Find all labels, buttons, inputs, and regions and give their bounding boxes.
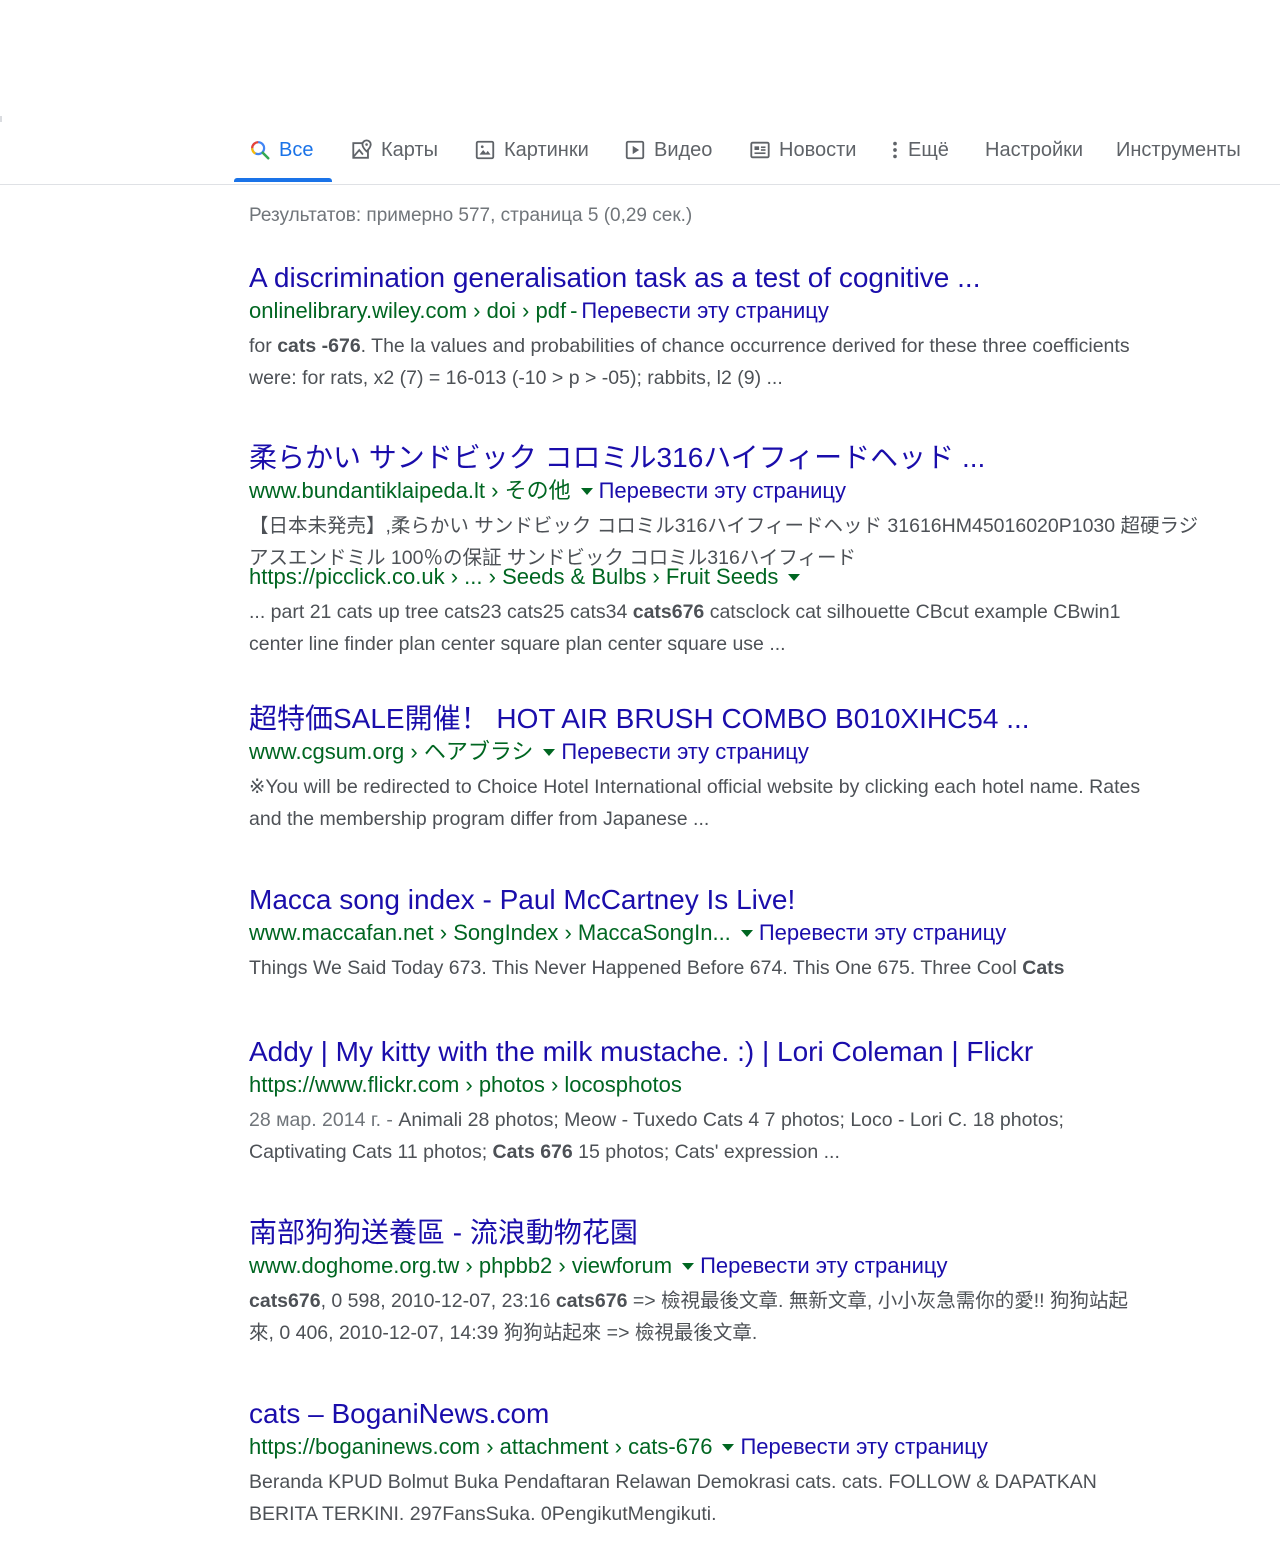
result-title-link[interactable]: cats – BoganiNews.com bbox=[249, 1396, 1149, 1432]
left-edge-mark bbox=[0, 116, 2, 122]
search-result: 南部狗狗送養區 - 流浪動物花園 www.doghome.org.tw › ph… bbox=[249, 1215, 1149, 1349]
snippet-text: 15 photos; Cats' expression ... bbox=[572, 1141, 840, 1163]
result-url: www.maccafan.net › SongIndex › MaccaSong… bbox=[249, 918, 1149, 948]
chevron-down-icon[interactable] bbox=[543, 748, 556, 756]
snippet-highlight: cats676 bbox=[555, 1290, 628, 1312]
tab-video[interactable]: Видео bbox=[624, 134, 712, 166]
video-play-icon bbox=[624, 139, 646, 161]
result-url: https://www.flickr.com › photos › locosp… bbox=[249, 1070, 1149, 1100]
tab-label: Картинки bbox=[504, 138, 589, 161]
result-snippet: 【日本未発売】,柔らかい サンドビック コロミル316ハイフィードヘッド 316… bbox=[249, 510, 1199, 570]
translate-link[interactable]: Перевести эту страницу bbox=[700, 1253, 947, 1278]
tab-label: Все bbox=[279, 138, 314, 161]
tab-label: Карты bbox=[381, 138, 438, 161]
result-url: https://picclick.co.uk › ... › Seeds & B… bbox=[249, 562, 1149, 592]
result-breadcrumb[interactable]: https://www.flickr.com › photos › locosp… bbox=[249, 1072, 682, 1097]
chevron-down-icon[interactable] bbox=[580, 487, 593, 495]
tab-all[interactable]: Все bbox=[249, 134, 313, 166]
result-url: https://boganinews.com › attachment › ca… bbox=[249, 1432, 1149, 1462]
result-breadcrumb[interactable]: www.cgsum.org › ヘアブラシ bbox=[249, 739, 533, 764]
result-title-link[interactable]: 南部狗狗送養區 - 流浪動物花園 bbox=[249, 1215, 1149, 1251]
map-pin-icon bbox=[351, 139, 373, 161]
translate-link[interactable]: Перевести эту страницу bbox=[599, 478, 846, 503]
search-result: cats – BoganiNews.com https://boganinews… bbox=[249, 1396, 1149, 1530]
tab-label: Настройки bbox=[985, 138, 1084, 161]
result-breadcrumb[interactable]: www.bundantiklaipeda.lt › その他 bbox=[249, 478, 571, 503]
newspaper-icon bbox=[749, 139, 771, 161]
snippet-text: Things We Said Today 673. This Never Hap… bbox=[249, 957, 1023, 979]
tab-news[interactable]: Новости bbox=[749, 134, 856, 166]
result-breadcrumb[interactable]: https://boganinews.com › attachment › ca… bbox=[249, 1434, 712, 1459]
snippet-highlight: cats -676 bbox=[277, 335, 361, 357]
result-snippet: 28 мар. 2014 г. - Animali 28 photos; Meo… bbox=[249, 1104, 1144, 1168]
chevron-down-icon[interactable] bbox=[682, 1262, 695, 1270]
tab-images[interactable]: Картинки bbox=[474, 134, 589, 166]
snippet-highlight: cats676 bbox=[632, 601, 705, 623]
result-date: 28 мар. 2014 г. - bbox=[249, 1109, 399, 1131]
result-title-link[interactable]: Addy | My kitty with the milk mustache. … bbox=[249, 1034, 1149, 1070]
tab-label: Инструменты bbox=[1116, 138, 1241, 161]
chevron-down-icon[interactable] bbox=[722, 1443, 735, 1451]
result-breadcrumb[interactable]: www.maccafan.net › SongIndex › MaccaSong… bbox=[249, 920, 731, 945]
search-icon bbox=[249, 139, 271, 161]
result-breadcrumb[interactable]: www.doghome.org.tw › phpbb2 › viewforum bbox=[249, 1253, 672, 1278]
search-result: 柔らかい サンドビック コロミル316ハイフィードヘッド ... www.bun… bbox=[249, 440, 1199, 570]
result-url: www.doghome.org.tw › phpbb2 › viewforum П… bbox=[249, 1251, 1149, 1281]
result-url: onlinelibrary.wiley.com › doi › pdf - Пере… bbox=[249, 296, 1149, 326]
tab-settings[interactable]: Настройки bbox=[985, 134, 1083, 166]
translate-link[interactable]: Перевести эту страницу bbox=[759, 920, 1006, 945]
chevron-down-icon[interactable] bbox=[740, 929, 753, 937]
snippet-text: ... part 21 cats up tree cats23 cats25 c… bbox=[249, 601, 633, 623]
tab-more[interactable]: Ещё bbox=[888, 134, 949, 166]
result-snippet: for cats -676. The la values and probabi… bbox=[249, 330, 1144, 394]
tab-label: Видео bbox=[654, 138, 713, 161]
result-stats: Результатов: примерно 577, страница 5 (0… bbox=[249, 205, 693, 226]
tab-tools[interactable]: Инструменты bbox=[1116, 134, 1241, 166]
tab-label: Новости bbox=[779, 138, 857, 161]
snippet-text: for bbox=[249, 335, 278, 357]
search-result: Addy | My kitty with the milk mustache. … bbox=[249, 1034, 1149, 1168]
result-title-link[interactable]: Macca song index - Paul McCartney Is Liv… bbox=[249, 882, 1149, 918]
tab-label: Ещё bbox=[908, 138, 949, 161]
result-snippet: Things We Said Today 673. This Never Hap… bbox=[249, 952, 1144, 984]
separator: - bbox=[570, 298, 578, 323]
snippet-highlight: cats676 bbox=[249, 1290, 321, 1312]
search-result: Macca song index - Paul McCartney Is Liv… bbox=[249, 882, 1149, 984]
search-result: https://picclick.co.uk › ... › Seeds & B… bbox=[249, 562, 1149, 660]
active-tab-indicator bbox=[234, 178, 332, 182]
tab-maps[interactable]: Карты bbox=[351, 134, 438, 166]
image-icon bbox=[474, 139, 496, 161]
snippet-highlight: Cats 676 bbox=[492, 1141, 573, 1163]
result-snippet: cats676, 0 598, 2010-12-07, 23:16 cats67… bbox=[249, 1285, 1144, 1349]
search-result: A discrimination generalisation task as … bbox=[249, 260, 1149, 394]
snippet-line: 【日本未発売】,柔らかい サンドビック コロミル316ハイフィードヘッド 316… bbox=[249, 515, 1199, 537]
snippet-text: , 0 598, 2010-12-07, 23:16 bbox=[320, 1290, 556, 1312]
translate-link[interactable]: Перевести эту страницу bbox=[561, 739, 808, 764]
translate-link[interactable]: Перевести эту страницу bbox=[740, 1434, 987, 1459]
snippet-highlight: Cats bbox=[1022, 957, 1065, 979]
result-breadcrumb[interactable]: https://picclick.co.uk › ... › Seeds & B… bbox=[249, 564, 778, 589]
snippet-text: . The la values and probabilities of cha… bbox=[249, 335, 1130, 389]
result-title-link[interactable]: A discrimination generalisation task as … bbox=[249, 260, 1149, 296]
result-snippet: Beranda KPUD Bolmut Buka Pendaftaran Rel… bbox=[249, 1471, 1097, 1525]
result-breadcrumb[interactable]: onlinelibrary.wiley.com › doi › pdf bbox=[249, 298, 566, 323]
result-url: www.bundantiklaipeda.lt › その他 Перевести э… bbox=[249, 476, 1149, 506]
more-vert-icon bbox=[888, 139, 902, 161]
result-snippet: ... part 21 cats up tree cats23 cats25 c… bbox=[249, 596, 1144, 660]
chevron-down-icon[interactable] bbox=[788, 573, 801, 581]
result-title-link[interactable]: 超特価SALE開催！ HOT AIR BRUSH COMBO B010XIHC5… bbox=[249, 701, 1149, 737]
search-tabs-bar: Все Карты Картинки Видео Новости Ещё Нас… bbox=[0, 0, 1280, 185]
translate-link[interactable]: Перевести эту страницу bbox=[581, 298, 828, 323]
search-result: 超特価SALE開催！ HOT AIR BRUSH COMBO B010XIHC5… bbox=[249, 701, 1149, 835]
result-snippet: ※You will be redirected to Choice Hotel … bbox=[249, 776, 1141, 830]
result-url: www.cgsum.org › ヘアブラシ Перевести эту стран… bbox=[249, 737, 1149, 767]
result-title-link[interactable]: 柔らかい サンドビック コロミル316ハイフィードヘッド ... bbox=[249, 440, 1149, 476]
